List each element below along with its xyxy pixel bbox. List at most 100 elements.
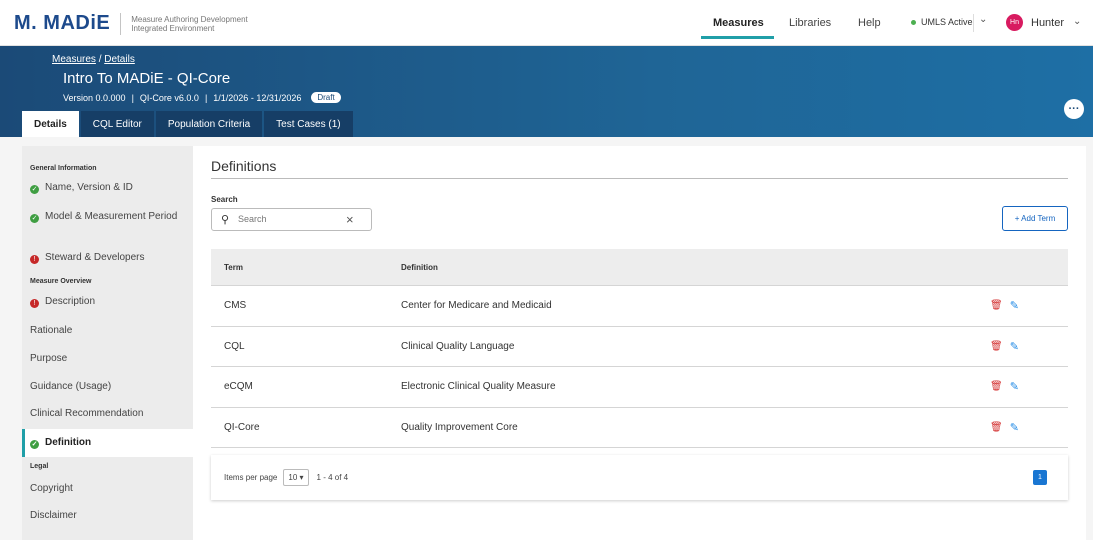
edit-icon[interactable]: ✎︎ [1010,421,1019,434]
user-chevron-down-icon[interactable]: ⌄ [1073,16,1081,27]
sidebar-item-name-version[interactable]: ✓ Name, Version & ID [22,182,193,194]
tab-details[interactable]: Details [22,111,79,137]
edit-icon[interactable]: ✎︎ [1010,380,1019,393]
breadcrumb: Measures / Details [52,54,135,65]
logo-text: M. MADiE [14,12,111,34]
breadcrumb-separator: / [98,54,102,65]
tab-cql-editor[interactable]: CQL Editor [80,111,154,137]
delete-icon[interactable]: 🗑︎ [990,422,1003,433]
more-options-button[interactable]: ··· [1064,99,1084,119]
row-actions: 🗑︎ ✎︎ [990,421,1019,434]
nav-active-underline [701,36,774,39]
term-cell: CMS [224,300,247,312]
table-row: CMS Center for Medicare and Medicaid 🗑︎ … [211,286,1068,327]
page-button-1[interactable]: 1 [1033,470,1047,485]
search-field[interactable]: ⚲ × [211,208,372,231]
table-row: CQL Clinical Quality Language 🗑︎ ✎︎ [211,327,1068,367]
divider [211,178,1068,179]
logo-m-icon: M. [14,12,38,34]
logo-subtitle: Measure Authoring Development Integrated… [131,15,248,33]
check-circle-icon: ✓ [30,214,39,223]
tab-test-cases[interactable]: Test Cases (1) [264,111,353,137]
sidebar-item-purpose[interactable]: Purpose [22,353,193,364]
sidebar-item-guidance[interactable]: Guidance (Usage) [22,381,193,392]
items-per-page-value: 10 [288,473,298,482]
nav-measures[interactable]: Measures [713,17,764,29]
edit-icon[interactable]: ✎︎ [1010,340,1019,353]
sidebar-item-description[interactable]: ! Description [22,296,193,308]
nav-help[interactable]: Help [858,17,881,29]
delete-icon[interactable]: 🗑︎ [990,300,1003,311]
logo-subtitle-line1: Measure Authoring Development [131,14,248,24]
pagination-range: 1 - 4 of 4 [316,473,349,482]
tab-population-criteria[interactable]: Population Criteria [155,111,263,137]
definitions-table: Term Definition CMS Center for Medicare … [211,249,1068,448]
umls-label: UMLS Active [921,17,973,27]
breadcrumb-details[interactable]: Details [104,54,135,65]
measure-model: QI-Core v6.0.0 [139,92,199,103]
add-term-button[interactable]: + Add Term [1002,206,1068,231]
page-title: Intro To MADiE - QI-Core [63,70,231,87]
sidebar-item-model-period[interactable]: ✓ Model & Measurement Period [22,211,193,223]
definition-cell: Electronic Clinical Quality Measure [401,381,556,393]
sidebar-item-steward[interactable]: ! Steward & Developers [22,252,193,264]
app-logo[interactable]: M. MADiE Measure Authoring Development I… [14,12,248,35]
search-input[interactable] [238,214,338,224]
delete-icon[interactable]: 🗑︎ [990,341,1003,352]
sidebar-item-label: Definition [45,437,92,448]
umls-status[interactable]: UMLS Active [911,17,973,27]
top-navbar: M. MADiE Measure Authoring Development I… [0,0,1093,46]
user-name[interactable]: Hunter [1031,17,1064,29]
error-circle-icon: ! [30,299,39,308]
search-icon: ⚲ [221,214,230,226]
search-label: Search [211,195,238,204]
umls-chevron-down-icon[interactable]: ⌄ [979,14,987,25]
table-header: Term Definition [211,249,1068,286]
status-badge: Draft [311,92,341,103]
check-circle-icon: ✓ [30,185,39,194]
row-actions: 🗑︎ ✎︎ [990,299,1019,312]
row-actions: 🗑︎ ✎︎ [990,380,1019,393]
measure-period: 1/1/2026 - 12/31/2026 [213,92,302,103]
term-cell: QI-Core [224,421,260,433]
sidebar-item-clinical-recommendation[interactable]: Clinical Recommendation [22,408,193,419]
edit-icon[interactable]: ✎︎ [1010,299,1019,312]
term-cell: CQL [224,340,245,352]
row-actions: 🗑︎ ✎︎ [990,340,1019,353]
items-per-page-label: Items per page [224,473,278,482]
sidebar-item-rationale[interactable]: Rationale [22,325,193,336]
sidebar-item-label: Steward & Developers [45,252,145,263]
definition-cell: Center for Medicare and Medicaid [401,300,552,312]
breadcrumb-measures[interactable]: Measures [52,54,96,65]
meta-separator: | [204,92,208,103]
close-icon[interactable]: × [346,212,354,227]
nav-libraries[interactable]: Libraries [789,17,831,29]
chevron-down-icon: ▾ [299,473,304,482]
delete-icon[interactable]: 🗑︎ [990,381,1003,392]
error-circle-icon: ! [30,255,39,264]
sidebar-section-legal: Legal [30,463,49,470]
measure-meta: Version 0.0.000 | QI-Core v6.0.0 | 1/1/2… [63,92,341,103]
status-dot-icon [911,19,916,25]
details-sidebar: General Information ✓ Name, Version & ID … [22,146,193,540]
section-title: Definitions [211,158,277,174]
column-header-definition: Definition [401,262,438,272]
definition-cell: Clinical Quality Language [401,340,515,352]
sidebar-item-disclaimer[interactable]: Disclaimer [22,510,193,521]
column-header-term: Term [224,262,243,272]
sidebar-item-label: Model & Measurement Period [45,211,178,222]
sidebar-item-copyright[interactable]: Copyright [22,483,193,494]
avatar[interactable]: Hn [1006,14,1023,31]
sidebar-item-label: Description [45,296,96,307]
term-cell: eCQM [224,381,253,393]
table-row: eCQM Electronic Clinical Quality Measure… [211,367,1068,408]
definition-cell: Quality Improvement Core [401,421,518,433]
definitions-panel: Definitions Search ⚲ × + Add Term Term D… [193,146,1086,540]
sidebar-section-overview: Measure Overview [30,278,92,285]
logo-subtitle-line2: Integrated Environment [131,23,215,33]
sidebar-item-definition[interactable]: ✓ Definition [22,429,193,457]
table-row: QI-Core Quality Improvement Core 🗑︎ ✎︎ [211,408,1068,448]
sidebar-item-label: Name, Version & ID [45,182,133,193]
items-per-page-select[interactable]: 10 ▾ [283,469,309,486]
check-circle-icon: ✓ [30,440,39,449]
